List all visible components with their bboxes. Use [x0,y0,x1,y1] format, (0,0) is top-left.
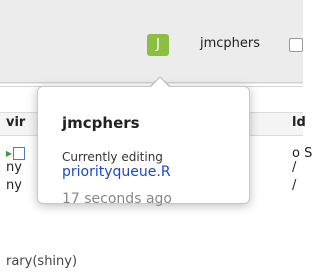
user-avatar[interactable]: J [147,34,169,56]
popover-title: jmcphers [62,114,140,132]
right-row-2: / [292,160,297,175]
left-row-2: ny [6,178,22,193]
toolbar-checkbox[interactable] [289,38,303,52]
code-line-library: rary(shiny) [6,254,78,269]
pane-row-icons[interactable]: ▸ [6,146,26,160]
file-icon [13,147,26,160]
pane-header-right-label: ld [292,115,306,130]
left-row-1: ny [6,160,22,175]
user-popover: jmcphers Currently editing priorityqueue… [37,86,250,207]
popover-arrow [150,78,170,88]
popover-timestamp: 17 seconds ago [62,191,172,207]
play-icon: ▸ [6,146,13,160]
right-row-1: o S [292,146,313,161]
username-label: jmcphers [200,36,261,51]
popover-subtitle: Currently editing [62,150,163,164]
popover-file-link[interactable]: priorityqueue.R [62,164,171,180]
pane-header-left-label: vir [6,115,26,130]
right-row-3: / [292,178,297,193]
